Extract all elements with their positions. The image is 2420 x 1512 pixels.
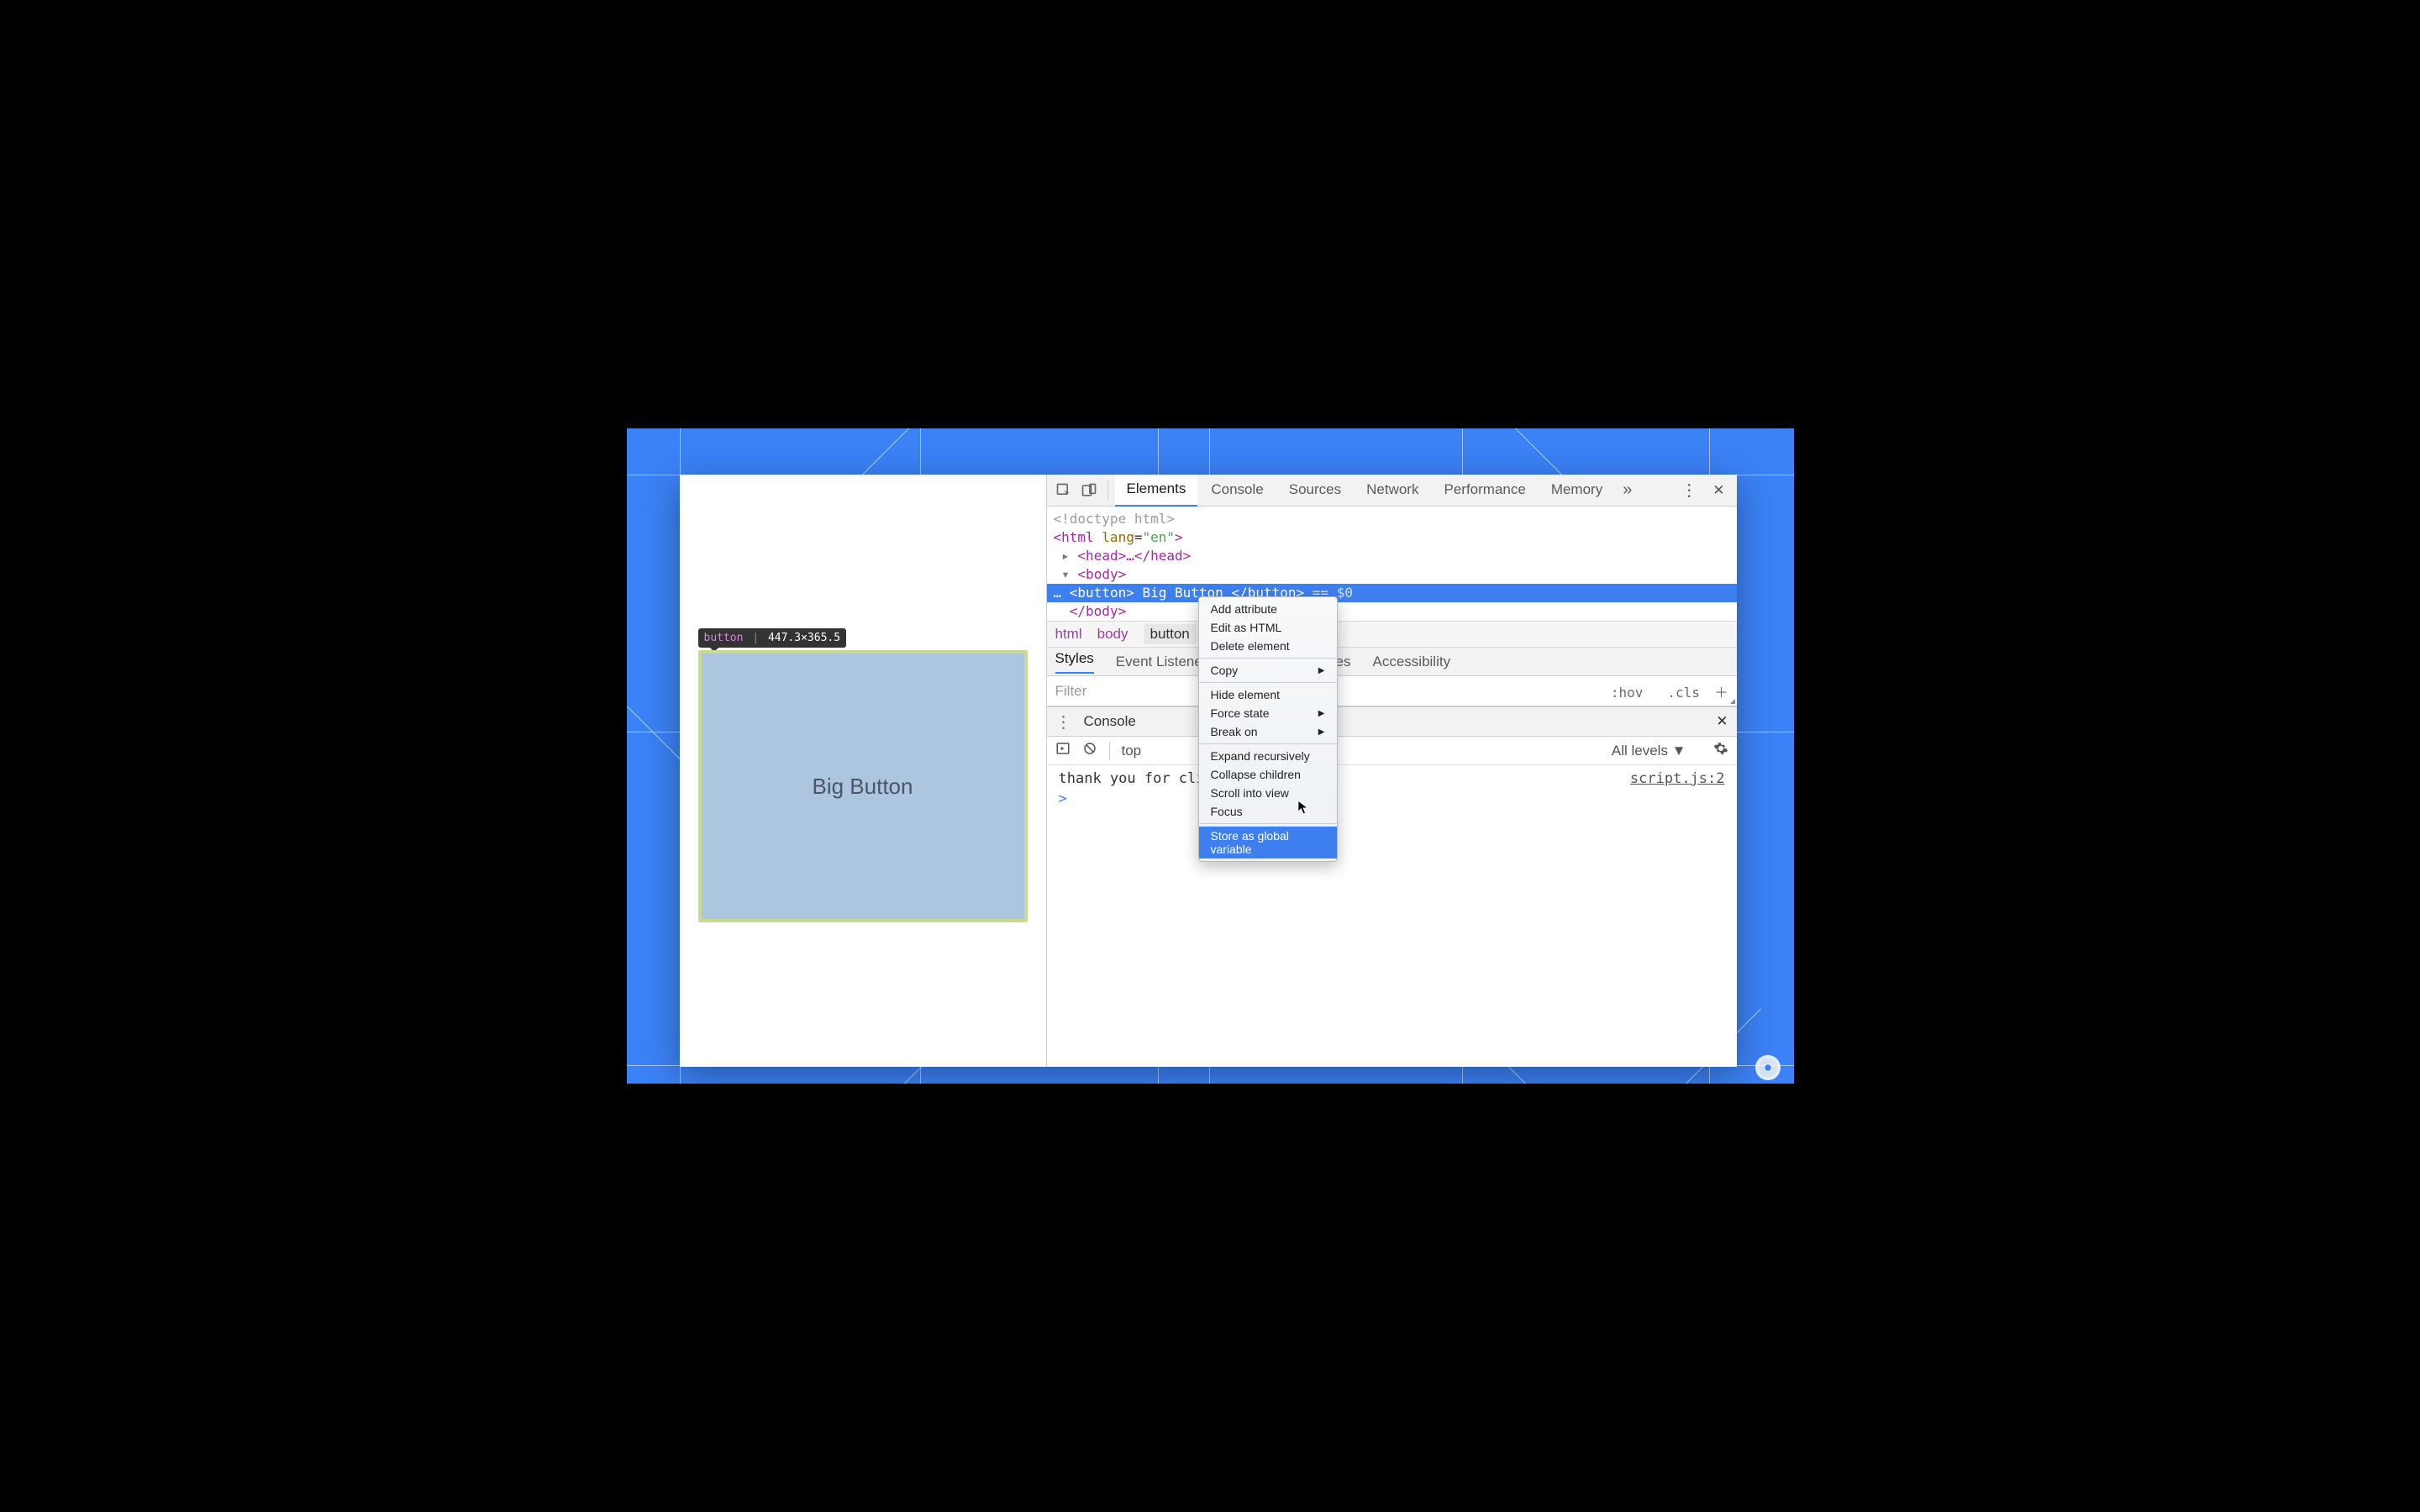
add-rule-icon[interactable]: ＋ xyxy=(1714,685,1728,701)
console-settings-icon[interactable] xyxy=(1713,741,1728,760)
tooltip-tag: button xyxy=(704,632,744,644)
dom-tree[interactable]: <!doctype html> <html lang="en"> ▸ <head… xyxy=(1047,507,1737,621)
dom-body-open[interactable]: <body> xyxy=(1077,566,1126,582)
dom-body-close: </body> xyxy=(1070,603,1126,619)
console-log-source[interactable]: script.js:2 xyxy=(1630,770,1725,787)
devtools-pane: Elements Console Sources Network Perform… xyxy=(1046,475,1737,1067)
ctx-hide[interactable]: Hide element xyxy=(1199,685,1337,704)
console-body[interactable]: thank you for click script.js:2 > xyxy=(1047,765,1737,812)
dom-selected-node[interactable]: … <button> Big Button </button> == $0 xyxy=(1047,584,1737,602)
console-toolbar: top All levels ▼ xyxy=(1047,737,1737,765)
hov-toggle[interactable]: :hov xyxy=(1611,685,1644,701)
big-button[interactable]: Big Button xyxy=(698,650,1028,922)
cursor-icon xyxy=(1297,800,1309,819)
tab-network[interactable]: Network xyxy=(1355,475,1430,506)
console-prompt[interactable]: > xyxy=(1059,790,1725,807)
styles-tabbar: Styles Event Listeners DOM … …rties Acce… xyxy=(1047,648,1737,676)
ctx-focus[interactable]: Focus xyxy=(1199,802,1337,821)
ctx-break-on[interactable]: Break on▶ xyxy=(1199,722,1337,741)
slide-bg: button | 447.3×365.5 Big Button Elements… xyxy=(627,428,1794,1084)
console-title: Console xyxy=(1084,713,1136,730)
ctx-collapse[interactable]: Collapse children xyxy=(1199,765,1337,784)
ctx-force-state[interactable]: Force state▶ xyxy=(1199,704,1337,722)
ctx-scroll-into-view[interactable]: Scroll into view xyxy=(1199,784,1337,802)
element-tooltip: button | 447.3×365.5 xyxy=(698,628,847,648)
tab-memory[interactable]: Memory xyxy=(1539,475,1614,506)
chrome-logo-icon xyxy=(1755,1055,1781,1080)
inspect-icon[interactable] xyxy=(1052,479,1076,502)
devtools-close-icon[interactable]: ✕ xyxy=(1706,482,1731,499)
tab-sources[interactable]: Sources xyxy=(1277,475,1353,506)
ctx-copy[interactable]: Copy▶ xyxy=(1199,661,1337,680)
styles-filter-input[interactable]: Filter xyxy=(1055,683,1087,700)
device-toggle-icon[interactable] xyxy=(1077,479,1101,502)
console-menu-icon[interactable]: ⋮ xyxy=(1055,711,1072,732)
ctx-add-attribute[interactable]: Add attribute xyxy=(1199,600,1337,618)
console-close-icon[interactable]: ✕ xyxy=(1716,713,1728,730)
console-log-row: thank you for click script.js:2 xyxy=(1059,770,1725,787)
dom-breadcrumb: html body button xyxy=(1047,621,1737,648)
subtab-styles[interactable]: Styles xyxy=(1055,650,1094,674)
ctx-store-global[interactable]: Store as global variable xyxy=(1199,827,1337,858)
ctx-edit-html[interactable]: Edit as HTML xyxy=(1199,618,1337,637)
crumb-html[interactable]: html xyxy=(1055,626,1082,643)
console-context[interactable]: top xyxy=(1122,743,1142,759)
tab-console[interactable]: Console xyxy=(1199,475,1275,506)
console-clear-icon[interactable] xyxy=(1082,741,1097,760)
devtools-tabbar: Elements Console Sources Network Perform… xyxy=(1047,475,1737,507)
crumb-button[interactable]: button xyxy=(1144,624,1197,644)
crumb-body[interactable]: body xyxy=(1097,626,1128,643)
devtools-menu-icon[interactable]: ⋮ xyxy=(1674,480,1704,501)
page-pane: button | 447.3×365.5 Big Button xyxy=(680,475,1046,1067)
console-log-text: thank you for click xyxy=(1059,770,1222,787)
console-run-icon[interactable] xyxy=(1055,741,1071,760)
cls-toggle[interactable]: .cls xyxy=(1667,685,1700,701)
tab-elements[interactable]: Elements xyxy=(1115,475,1198,507)
big-button-label: Big Button xyxy=(813,774,913,800)
ctx-expand[interactable]: Expand recursively xyxy=(1199,747,1337,765)
context-menu: Add attribute Edit as HTML Delete elemen… xyxy=(1198,596,1338,862)
styles-filter-row: Filter :hov .cls ＋ xyxy=(1047,676,1737,706)
dom-head[interactable]: <head>…</head> xyxy=(1077,548,1191,564)
tooltip-separator: | xyxy=(752,632,759,644)
console-levels[interactable]: All levels ▼ xyxy=(1612,743,1686,759)
tab-performance[interactable]: Performance xyxy=(1432,475,1537,506)
dom-doctype: <!doctype html> xyxy=(1054,511,1176,527)
ctx-delete-element[interactable]: Delete element xyxy=(1199,637,1337,655)
tooltip-dims: 447.3×365.5 xyxy=(768,632,840,644)
tabs-overflow-icon[interactable]: » xyxy=(1616,480,1639,500)
console-drawer-header: ⋮ Console ✕ xyxy=(1047,706,1737,737)
subtab-a11y[interactable]: Accessibility xyxy=(1373,654,1451,670)
